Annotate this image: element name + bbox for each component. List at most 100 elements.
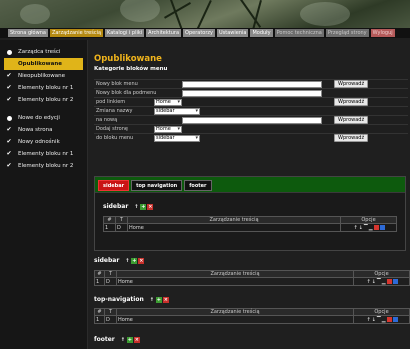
sidebar-item-block1-elements[interactable]: ✔ Elementy bloku nr 1: [0, 82, 87, 94]
checkmark-icon: ✔: [6, 96, 12, 103]
nav-tab-catalogs[interactable]: Katalogi i pliki: [105, 29, 145, 37]
minus-icon[interactable]: ▔: [377, 279, 381, 285]
row-options: ↑ ↓ ▔ ▁: [353, 277, 410, 286]
main-content: Opublikowane Kategorie bloków menu Nowy …: [88, 40, 410, 349]
minus-icon[interactable]: ▔: [364, 225, 368, 231]
row-options: ↑ ↓ ▔ ▁: [353, 315, 410, 324]
panel-tab-bar: sidebar top navigation footer: [95, 177, 405, 193]
block-title: footer ↑ + ×: [94, 336, 140, 343]
edit-icon[interactable]: [392, 317, 398, 322]
content-item-name[interactable]: Home: [127, 223, 341, 232]
table-row: 1 D Home ↑ ↓ ▔ ▁: [94, 277, 410, 286]
nav-tab-home[interactable]: Strona główna: [8, 29, 48, 37]
menu-blocks-tab-panel: sidebar top navigation footer sidebar ↑ …: [94, 176, 406, 251]
delete-icon[interactable]: [373, 225, 379, 230]
sidebar-item-new-block2-elements[interactable]: ✔ Elementy bloku nr 2: [0, 160, 87, 172]
arrow-up-icon[interactable]: ↑: [133, 204, 139, 210]
table-row: 1 D Home ↑ ↓ ▔ ▁: [103, 223, 397, 232]
delete-icon[interactable]: ×: [138, 257, 145, 264]
add-icon[interactable]: +: [140, 203, 147, 210]
sidebar-item-unpublished[interactable]: ✔ Nieopublikowane: [0, 70, 87, 82]
checkmark-icon: ✔: [6, 150, 12, 157]
main-navigation: Strona główna Zarządzanie treścią Katalo…: [0, 28, 410, 38]
page-title: Opublikowane: [94, 54, 162, 64]
submit-new-block-button[interactable]: Wprowadź: [334, 80, 369, 88]
bullet-icon: [7, 50, 12, 55]
underline-icon[interactable]: ▁: [382, 317, 386, 323]
arrow-up-icon[interactable]: ↑: [120, 337, 126, 343]
column-header-options: Opcje: [340, 216, 397, 224]
edit-icon[interactable]: [379, 225, 385, 230]
nav-tab-content-management[interactable]: Zarządzanie treścią: [49, 29, 104, 37]
minus-icon[interactable]: ▔: [377, 317, 381, 323]
delete-icon[interactable]: [386, 317, 392, 322]
arrow-up-icon[interactable]: ↑: [149, 297, 155, 303]
column-header-type: T: [115, 216, 128, 224]
checkmark-icon: ✔: [6, 84, 12, 91]
new-menu-block-label: Nowy blok menu: [96, 81, 138, 87]
delete-icon[interactable]: ×: [133, 336, 140, 343]
edit-icon[interactable]: [392, 279, 398, 284]
nav-tab-support[interactable]: Pomoc techniczna: [274, 29, 324, 37]
sidebar-item-new-block1-elements[interactable]: ✔ Elementy bloku nr 1: [0, 148, 87, 160]
menu-block-form: Nowy blok menu Wprowadź Nowy blok dla po…: [94, 79, 408, 142]
submit-add-page-button[interactable]: Wprowadź: [334, 134, 369, 142]
nav-tab-logout[interactable]: Wyloguj: [370, 29, 395, 37]
nav-tab-architecture[interactable]: Architektura: [146, 29, 182, 37]
block-table: # T Zarządzanie treścią Opcje 1 D Home ↑…: [94, 270, 410, 286]
block-title: top-navigation ↑ + ×: [94, 296, 169, 303]
nav-tab-modules[interactable]: Moduły: [250, 29, 273, 37]
sidebar-group-title: Nowe do edycji: [18, 115, 60, 121]
arrow-up-icon[interactable]: ↑: [366, 317, 370, 323]
content-item-name[interactable]: Home: [116, 315, 354, 324]
new-menu-block-input[interactable]: [182, 81, 322, 88]
arrow-up-icon[interactable]: ↑: [124, 258, 130, 264]
add-icon[interactable]: +: [155, 296, 162, 303]
arrow-down-icon[interactable]: ↓: [372, 279, 376, 285]
checkmark-icon: ✔: [6, 162, 12, 169]
panel-tab-sidebar[interactable]: sidebar: [98, 180, 130, 191]
underline-icon[interactable]: ▁: [369, 225, 373, 231]
submit-submenu-button[interactable]: Wprowadź: [334, 98, 369, 106]
new-submenu-block-input[interactable]: [182, 90, 322, 97]
rename-label: Zmiana nazwy: [96, 108, 133, 114]
arrow-up-icon[interactable]: ↑: [353, 225, 357, 231]
sidebar-item-new-page[interactable]: ✔ Nowa strona: [0, 124, 87, 136]
panel-tab-footer[interactable]: footer: [184, 180, 212, 191]
sidebar-group-new-edit: Nowe do edycji: [0, 112, 87, 124]
delete-icon[interactable]: ×: [162, 296, 169, 303]
nav-tab-preview[interactable]: Przegląd strony: [325, 29, 369, 37]
checkmark-icon: ✔: [6, 126, 12, 133]
under-link-select[interactable]: Home: [154, 99, 182, 106]
delete-icon[interactable]: ×: [147, 203, 154, 210]
block-title: sidebar ↑ + ×: [94, 257, 145, 264]
delete-icon[interactable]: [386, 279, 392, 284]
submit-rename-button[interactable]: Wprowadź: [334, 116, 369, 124]
add-icon[interactable]: +: [131, 257, 138, 264]
under-link-label: pod linkiem: [96, 99, 126, 105]
sidebar-item-block2-elements[interactable]: ✔ Elementy bloku nr 2: [0, 94, 87, 106]
header-banner-image: [0, 0, 410, 28]
sidebar-group-content-manager: Zarządca treści: [0, 46, 87, 58]
sidebar-group-title: Zarządca treści: [18, 49, 61, 55]
panel-tab-top-navigation[interactable]: top navigation: [131, 180, 183, 191]
underline-icon[interactable]: ▁: [382, 279, 386, 285]
add-page-select[interactable]: Home: [154, 126, 182, 133]
arrow-up-icon[interactable]: ↑: [366, 279, 370, 285]
sidebar-item-published[interactable]: Opublikowane: [4, 58, 83, 70]
rename-block-select[interactable]: sidebar: [154, 108, 200, 115]
nav-tab-operators[interactable]: Operatorzy: [183, 29, 215, 37]
add-page-label: Dodaj stronę: [96, 126, 128, 132]
nav-tab-settings[interactable]: Ustawienia: [216, 29, 249, 37]
to-menu-block-select[interactable]: sidebar: [154, 135, 200, 142]
column-header-number: #: [103, 216, 116, 224]
new-submenu-block-label: Nowy blok dla podmenu: [96, 90, 157, 96]
content-item-name[interactable]: Home: [116, 277, 354, 286]
new-name-input[interactable]: [182, 117, 322, 124]
column-header-content: Zarządzanie treścią: [127, 216, 341, 224]
sidebar-item-new-link[interactable]: ✔ Nowy odnośnik: [0, 136, 87, 148]
arrow-down-icon[interactable]: ↓: [359, 225, 363, 231]
arrow-down-icon[interactable]: ↓: [372, 317, 376, 323]
panel-section-title: sidebar ↑ + ×: [103, 203, 154, 210]
add-icon[interactable]: +: [126, 336, 133, 343]
